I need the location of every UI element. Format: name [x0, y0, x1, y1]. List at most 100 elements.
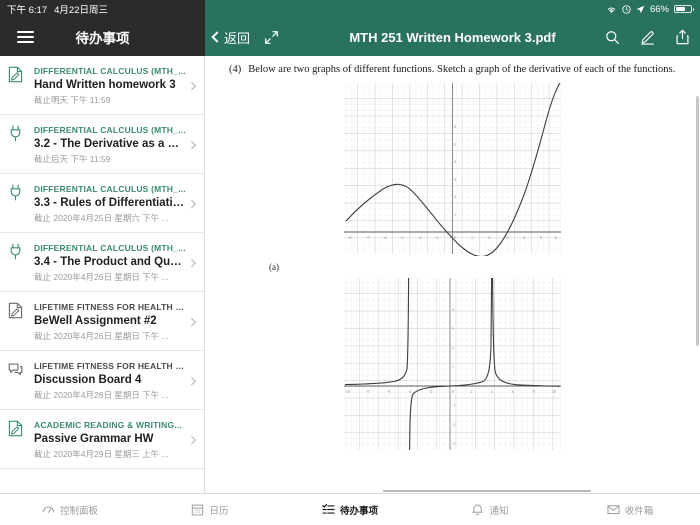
- list-item-title: Hand Written homework 3: [34, 78, 176, 91]
- svg-text:-2: -2: [429, 389, 432, 394]
- pen-markup-icon[interactable]: [640, 30, 655, 45]
- svg-text:5: 5: [540, 235, 542, 240]
- sync-icon: [622, 4, 631, 14]
- quiz-plug-icon: [8, 182, 34, 225]
- list-item-body: DIFFERENTIAL CALCULUS (MTH_... 3.3 - Rul…: [34, 182, 186, 225]
- chevron-right-icon: [186, 182, 198, 225]
- assignment-document-icon: [8, 418, 34, 461]
- back-button[interactable]: 返回: [211, 28, 251, 47]
- graph-1-wrapper: -6 -5 -4 -3 -2 -1 012 345 6 123 456: [205, 81, 700, 257]
- list-item-due: 截止 2020年4月26日 星期日 下午 ...: [34, 389, 169, 400]
- tab-dashboard[interactable]: 控制面板: [0, 503, 140, 517]
- svg-text:2: 2: [470, 389, 472, 394]
- quiz-plug-icon: [8, 241, 34, 284]
- list-item-due: 截止 2020年4月25日 星期六 下午 ...: [34, 212, 169, 223]
- chevron-right-icon: [186, 64, 198, 107]
- navigation-bar: 待办事项 返回 MTH 251 Written Homework 3.pdf: [0, 18, 700, 56]
- svg-text:2: 2: [452, 345, 454, 350]
- svg-text:-1: -1: [452, 403, 455, 408]
- list-item-course: DIFFERENTIAL CALCULUS (MTH_...: [34, 65, 186, 76]
- search-icon[interactable]: [605, 30, 620, 45]
- list-item-course: DIFFERENTIAL CALCULUS (MTH_...: [34, 242, 186, 253]
- question-number: (4): [229, 64, 242, 75]
- status-time: 下午 6:17: [7, 5, 48, 16]
- status-bar-left: 下午 6:17 4月22日周三: [0, 0, 205, 18]
- todo-list-sidebar[interactable]: DIFFERENTIAL CALCULUS (MTH_... Hand Writ…: [0, 56, 205, 493]
- chevron-left-icon: [211, 31, 223, 43]
- svg-text:4: 4: [452, 307, 454, 312]
- assignment-document-icon: [8, 64, 34, 107]
- back-button-label: 返回: [224, 30, 251, 46]
- chart-rational-function: -10 -8 -6 -4 -2 0 246 8 10 123 4 -1-2-3: [344, 278, 561, 451]
- hamburger-menu-icon[interactable]: [8, 30, 42, 44]
- list-item[interactable]: DIFFERENTIAL CALCULUS (MTH_... 3.2 - The…: [0, 115, 204, 174]
- assignment-document-icon: [8, 300, 34, 343]
- tab-calendar[interactable]: 日历: [140, 503, 280, 517]
- list-item-course: LIFETIME FITNESS FOR HEALTH (...: [34, 360, 186, 371]
- list-item[interactable]: ACADEMIC READING & WRITING... Passive Gr…: [0, 410, 204, 469]
- list-item[interactable]: DIFFERENTIAL CALCULUS (MTH_... 3.4 - The…: [0, 233, 204, 292]
- chevron-right-icon: [186, 300, 198, 343]
- list-item-due: 截止明天 下午 11:59: [34, 94, 111, 105]
- list-item-due: 截止 2020年4月29日 星期三 上午 ...: [34, 448, 169, 459]
- svg-text:2: 2: [454, 194, 456, 199]
- tab-notifications[interactable]: 通知: [420, 503, 560, 517]
- expand-diagonal-icon[interactable]: [264, 30, 279, 45]
- svg-text:-6: -6: [348, 235, 351, 240]
- svg-text:10: 10: [552, 389, 556, 394]
- svg-text:6: 6: [454, 124, 456, 129]
- bottom-tab-bar: 控制面板 日历 待办事项 通知 收件箱: [0, 493, 700, 525]
- pdf-toolbar: 返回 MTH 251 Written Homework 3.pdf: [205, 18, 700, 56]
- tab-todo[interactable]: 待办事项: [280, 503, 420, 517]
- graphs-container: -6 -5 -4 -3 -2 -1 012 345 6 123 456 (a) …: [205, 77, 700, 454]
- list-item-body: DIFFERENTIAL CALCULUS (MTH_... 3.2 - The…: [34, 123, 186, 166]
- list-item-due: 截止后天 下午 11:59: [34, 153, 111, 164]
- svg-text:1: 1: [454, 212, 456, 217]
- vertical-scrollbar[interactable]: [696, 96, 699, 346]
- list-item-title: 3.2 - The Derivative as a Func...: [34, 137, 186, 150]
- horizontal-scrollbar[interactable]: [205, 489, 700, 492]
- list-item-body: LIFETIME FITNESS FOR HEALTH (... Discuss…: [34, 359, 186, 402]
- svg-text:1: 1: [471, 235, 473, 240]
- tab-label: 通知: [489, 505, 509, 517]
- svg-text:4: 4: [491, 389, 493, 394]
- list-item-course: DIFFERENTIAL CALCULUS (MTH_...: [34, 183, 186, 194]
- chevron-right-icon: [186, 418, 198, 461]
- tab-label: 收件箱: [624, 505, 654, 517]
- calendar-icon: [191, 503, 204, 516]
- list-item-due: 截止 2020年4月26日 星期日 下午 ...: [34, 271, 169, 282]
- list-item[interactable]: LIFETIME FITNESS FOR HEALTH (... BeWell …: [0, 292, 204, 351]
- list-item-body: LIFETIME FITNESS FOR HEALTH (... BeWell …: [34, 300, 186, 343]
- svg-text:6: 6: [512, 389, 514, 394]
- list-item-title: Discussion Board 4: [34, 373, 142, 386]
- svg-text:-2: -2: [418, 235, 421, 240]
- battery-icon: [674, 4, 694, 14]
- list-item-due: 截止 2020年4月26日 星期日 下午 ...: [34, 330, 169, 341]
- list-item[interactable]: DIFFERENTIAL CALCULUS (MTH_... 3.3 - Rul…: [0, 174, 204, 233]
- list-item[interactable]: LIFETIME FITNESS FOR HEALTH (... Discuss…: [0, 351, 204, 410]
- question-paragraph: (4) Below are two graphs of different fu…: [205, 56, 700, 77]
- svg-text:-8: -8: [366, 389, 369, 394]
- svg-text:-5: -5: [366, 235, 369, 240]
- svg-text:3: 3: [452, 326, 454, 331]
- svg-text:8: 8: [533, 389, 535, 394]
- svg-text:-1: -1: [435, 235, 438, 240]
- status-bar-right: 66%: [205, 0, 700, 18]
- svg-text:-10: -10: [345, 389, 350, 394]
- svg-text:3: 3: [454, 177, 456, 182]
- question-text: Below are two graphs of different functi…: [248, 64, 676, 75]
- share-upload-icon[interactable]: [675, 29, 690, 45]
- svg-text:6: 6: [555, 235, 557, 240]
- todo-list-icon: [322, 503, 335, 516]
- list-item[interactable]: DIFFERENTIAL CALCULUS (MTH_... Hand Writ…: [0, 56, 204, 115]
- app-screen: 下午 6:17 4月22日周三 66% 待办事项 返回 MTH 251 Writ…: [0, 0, 700, 525]
- discussion-bubbles-icon: [8, 359, 34, 402]
- svg-text:4: 4: [454, 159, 456, 164]
- list-item-body: ACADEMIC READING & WRITING... Passive Gr…: [34, 418, 186, 461]
- location-arrow-icon: [636, 5, 645, 14]
- tab-inbox[interactable]: 收件箱: [560, 503, 700, 517]
- sidebar-header: 待办事项: [0, 18, 205, 56]
- pdf-document-pane[interactable]: (4) Below are two graphs of different fu…: [205, 56, 700, 493]
- status-date: 4月22日周三: [54, 5, 108, 16]
- list-item-course: LIFETIME FITNESS FOR HEALTH (...: [34, 301, 186, 312]
